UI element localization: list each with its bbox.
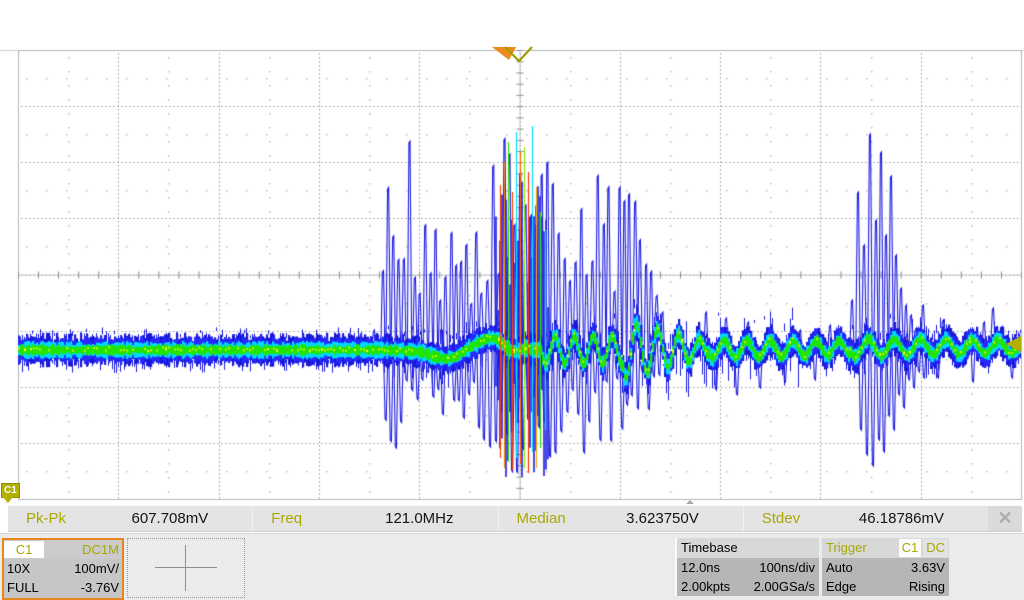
- channel-name-chip: C1: [4, 541, 44, 558]
- bottom-panel: C1 DC1M 10X 100mV/ FULL -3.76V Timebase …: [0, 533, 1024, 600]
- trigger-header: Trigger C1 DC: [822, 538, 949, 558]
- trigger-source-chip: C1: [899, 539, 922, 557]
- measure-freq[interactable]: Freq 121.0MHz: [252, 506, 497, 531]
- timebase-per-div: 100ns/div: [759, 559, 815, 577]
- trigger-slope: Rising: [909, 578, 945, 596]
- crosshair-icon: [155, 567, 217, 568]
- trigger-level: 3.63V: [911, 559, 945, 577]
- channel-probe: 10X: [7, 560, 30, 578]
- measure-freq-value: 121.0MHz: [364, 510, 497, 527]
- timebase-delay: 12.0ns: [681, 559, 720, 577]
- channel-descriptor-box[interactable]: C1 DC1M 10X 100mV/ FULL -3.76V: [2, 538, 124, 600]
- waveform-display: [0, 0, 1024, 503]
- channel-header: C1 DC1M: [4, 540, 122, 559]
- crosshair-icon: [185, 545, 186, 591]
- measure-pkpk-label: Pk-Pk: [8, 510, 119, 527]
- splitter-handle-icon[interactable]: [686, 500, 694, 504]
- measurement-bar: Pk-Pk 607.708mV Freq 121.0MHz Median 3.6…: [8, 505, 1022, 532]
- channel-volts-per-div: 100mV/: [74, 560, 119, 578]
- measure-stdev-label: Stdev: [744, 510, 855, 527]
- measure-pkpk-value: 607.708mV: [119, 510, 252, 527]
- channel-bandwidth: FULL: [7, 579, 39, 597]
- timebase-descriptor-box[interactable]: Timebase 12.0ns 100ns/div 2.00kpts 2.00G…: [675, 538, 819, 596]
- close-icon[interactable]: ✕: [988, 506, 1022, 531]
- trigger-time-marker-icon[interactable]: [488, 44, 540, 64]
- measure-median-value: 3.623750V: [609, 510, 742, 527]
- trigger-coupling-chip: DC: [923, 539, 948, 557]
- channel-coupling: DC1M: [44, 541, 122, 559]
- timebase-sample-rate: 2.00GSa/s: [754, 578, 815, 596]
- measure-median[interactable]: Median 3.623750V: [498, 506, 743, 531]
- trigger-level-marker-icon[interactable]: [1006, 336, 1021, 352]
- trigger-mode: Auto: [826, 559, 853, 577]
- channel-grid-tag[interactable]: C1: [1, 483, 20, 498]
- measure-pkpk[interactable]: Pk-Pk 607.708mV: [8, 506, 252, 531]
- trigger-type: Edge: [826, 578, 856, 596]
- channel-offset-arrow-icon: [3, 497, 13, 503]
- measure-stdev[interactable]: Stdev 46.18786mV: [743, 506, 988, 531]
- measure-stdev-value: 46.18786mV: [855, 510, 988, 527]
- timebase-samples: 2.00kpts: [681, 578, 730, 596]
- empty-descriptor-slot[interactable]: [127, 538, 245, 598]
- trigger-title: Trigger: [822, 539, 899, 557]
- timebase-title: Timebase: [677, 538, 819, 558]
- measure-median-label: Median: [499, 510, 610, 527]
- measure-freq-label: Freq: [253, 510, 364, 527]
- channel-offset: -3.76V: [81, 579, 119, 597]
- oscilloscope-screen: C1 Pk-Pk 607.708mV Freq 121.0MHz Median …: [0, 0, 1024, 600]
- trigger-descriptor-box[interactable]: Trigger C1 DC Auto 3.63V Edge Rising: [822, 538, 949, 596]
